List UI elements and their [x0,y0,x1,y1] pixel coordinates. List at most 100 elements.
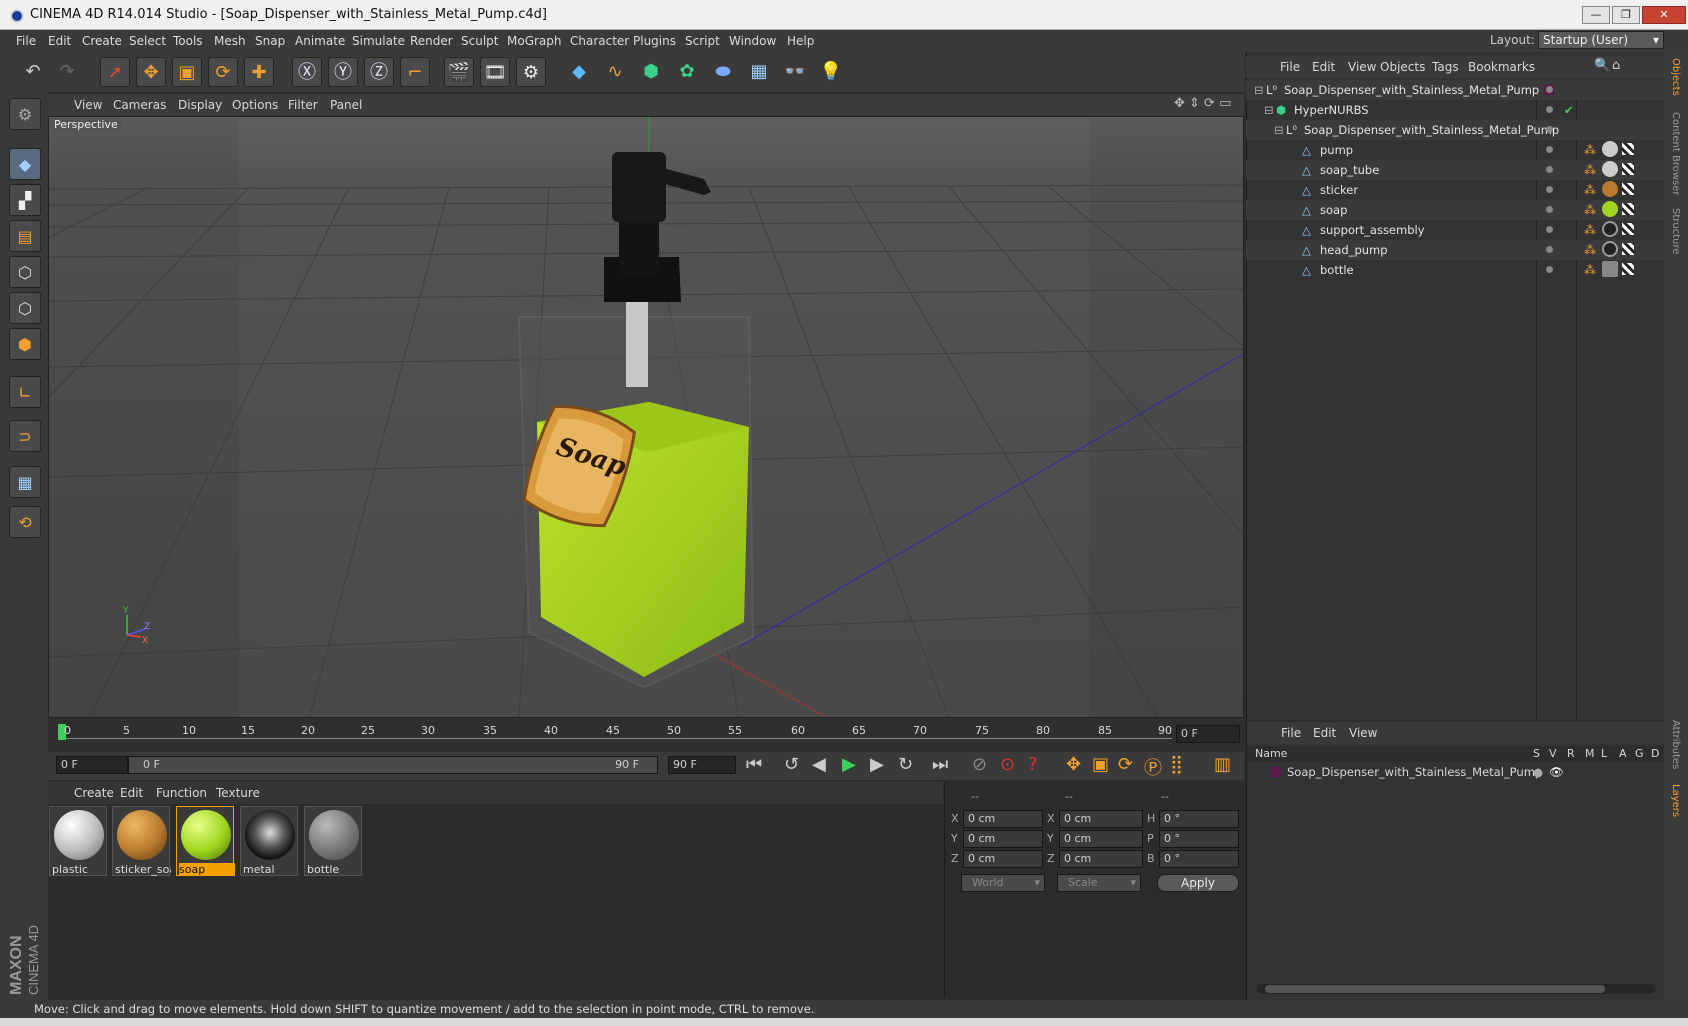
floor-icon[interactable]: ▦ [744,57,774,87]
uvw-tag-icon[interactable] [1622,243,1634,255]
texture-tag-metal-icon[interactable] [1602,221,1618,237]
make-editable-icon[interactable]: ⚙ [9,98,41,130]
tab-objects[interactable]: Objects [1670,58,1681,96]
menu-window[interactable]: Window [729,34,776,48]
menu-animate[interactable]: Animate [295,34,345,48]
material-bottle[interactable]: bottle [304,806,362,876]
object-menu-objects[interactable]: Objects [1380,60,1425,74]
deformer-icon[interactable]: ⬬ [708,57,738,87]
menu-simulate[interactable]: Simulate [352,34,405,48]
edges-mode-icon[interactable]: ⬡ [9,292,41,324]
previous-key-icon[interactable]: ↺ [784,754,799,775]
redo-icon[interactable]: ↷ [52,57,82,87]
visibility-dot[interactable] [1546,166,1553,173]
collapse-icon[interactable]: ⊟ [1264,100,1274,120]
minimize-button[interactable]: — [1582,6,1610,24]
viewport-menu-cameras[interactable]: Cameras [113,98,166,112]
object-menu-tags[interactable]: Tags [1432,60,1459,74]
material-menu-create[interactable]: Create [74,786,114,800]
uvw-tag-icon[interactable] [1622,183,1634,195]
array-icon[interactable]: ✿ [672,57,702,87]
visibility-dot[interactable] [1546,226,1553,233]
phong-tag-icon[interactable]: ⁂ [1584,243,1596,257]
render-settings-icon[interactable]: ⚙ [516,57,546,87]
timeline-window-icon[interactable]: ▥ [1214,754,1231,775]
go-to-start-icon[interactable]: ⏮ [746,754,762,775]
coordinate-mode-select[interactable]: Scale ▾ [1057,874,1141,892]
end-frame-field[interactable]: 90 F [668,756,736,774]
current-frame-field[interactable]: 0 F [1176,725,1240,743]
key-pla-icon[interactable]: ⣿ [1170,754,1183,775]
move-tool-icon[interactable]: ✥ [136,57,166,87]
size-y-field[interactable]: 0 cm [1059,830,1143,848]
texture-tag-metal-icon[interactable] [1602,241,1618,257]
visibility-dot[interactable] [1546,86,1553,93]
go-to-end-icon[interactable]: ⏭ [932,754,948,775]
key-rotation-icon[interactable]: ⟳ [1118,754,1133,775]
scrollbar-thumb[interactable] [1265,985,1605,993]
visibility-dot[interactable] [1546,206,1553,213]
texture-tag-plastic-icon[interactable] [1602,161,1618,177]
phong-tag-icon[interactable]: ⁂ [1584,203,1596,217]
material-plastic[interactable]: plastic [49,806,107,876]
x-axis-lock-icon[interactable]: Ⓧ [292,57,322,87]
visibility-dot[interactable] [1546,186,1553,193]
axis-mode-icon[interactable]: ∟ [9,376,41,408]
phong-tag-icon[interactable]: ⁂ [1584,163,1596,177]
frame-range-slider[interactable]: 0 F 90 F [128,756,658,774]
y-axis-lock-icon[interactable]: Ⓨ [328,57,358,87]
record-keys-icon[interactable]: ⊘ [972,754,987,775]
key-parameter-icon[interactable]: Ⓟ [1144,754,1162,780]
previous-frame-icon[interactable]: ◀ [812,754,826,775]
layer-row[interactable]: Soap_Dispenser_with_Stainless_Metal_Pump… [1247,764,1665,782]
viewport-menu-filter[interactable]: Filter [288,98,318,112]
layer-menu-file[interactable]: File [1281,726,1301,740]
apply-button[interactable]: Apply [1157,874,1239,892]
collapse-icon[interactable]: ⊟ [1274,120,1284,140]
material-menu-texture[interactable]: Texture [216,786,260,800]
visible-icon[interactable]: 👁 [1549,765,1564,779]
visibility-dot[interactable] [1546,246,1553,253]
tree-item-root[interactable]: ⊟ L⁰ Soap_Dispenser_with_Stainless_Metal… [1246,80,1664,100]
menu-script[interactable]: Script [685,34,720,48]
visibility-dot[interactable] [1546,126,1553,133]
scale-tool-icon[interactable]: ▣ [172,57,202,87]
menu-mograph[interactable]: MoGraph [507,34,562,48]
texture-tag-soap-icon[interactable] [1602,201,1618,217]
viewport-nav-icons[interactable]: ✥ ⇕ ⟳ ▭ [1174,96,1231,111]
model-mode-icon[interactable]: ◆ [9,148,41,180]
search-icon[interactable]: 🔍 [1594,58,1610,73]
viewport-menu-view[interactable]: View [74,98,102,112]
points-mode-icon[interactable]: ⬡ [9,256,41,288]
tab-structure[interactable]: Structure [1670,208,1681,255]
keyframe-selection-icon[interactable]: ? [1028,754,1038,775]
light-icon[interactable]: 💡 [816,57,846,87]
menu-help[interactable]: Help [787,34,814,48]
z-axis-lock-icon[interactable]: Ⓩ [364,57,394,87]
rotation-p-field[interactable]: 0 ° [1159,830,1239,848]
uvw-tag-icon[interactable] [1622,143,1634,155]
perspective-viewport[interactable]: Soap Y Z X [48,116,1244,718]
key-position-icon[interactable]: ✥ [1066,754,1081,775]
home-icon[interactable]: ⌂ [1612,58,1620,73]
menu-character[interactable]: Character [570,34,629,48]
object-menu-bookmarks[interactable]: Bookmarks [1468,60,1535,74]
menu-render[interactable]: Render [410,34,453,48]
menu-snap[interactable]: Snap [255,34,285,48]
viewport-menu-panel[interactable]: Panel [330,98,362,112]
texture-mode-icon[interactable]: ▞ [9,184,41,216]
add-tool-icon[interactable]: ✚ [244,57,274,87]
phong-tag-icon[interactable]: ⁂ [1584,263,1596,277]
play-icon[interactable]: ▶ [842,754,856,775]
undo-icon[interactable]: ↶ [18,57,48,87]
close-button[interactable]: ✕ [1642,6,1686,24]
camera-icon[interactable]: 👓 [780,57,810,87]
menu-plugins[interactable]: Plugins [633,34,676,48]
position-x-field[interactable]: 0 cm [963,810,1043,828]
layout-select[interactable]: Startup (User) ▾ [1538,31,1664,49]
phong-tag-icon[interactable]: ⁂ [1584,223,1596,237]
texture-tag-sticker-icon[interactable] [1602,181,1618,197]
material-menu-function[interactable]: Function [156,786,207,800]
rotation-b-field[interactable]: 0 ° [1159,850,1239,868]
timeline-ruler[interactable]: 0 5 10 15 20 25 30 35 40 45 50 55 60 65 … [48,718,1244,754]
